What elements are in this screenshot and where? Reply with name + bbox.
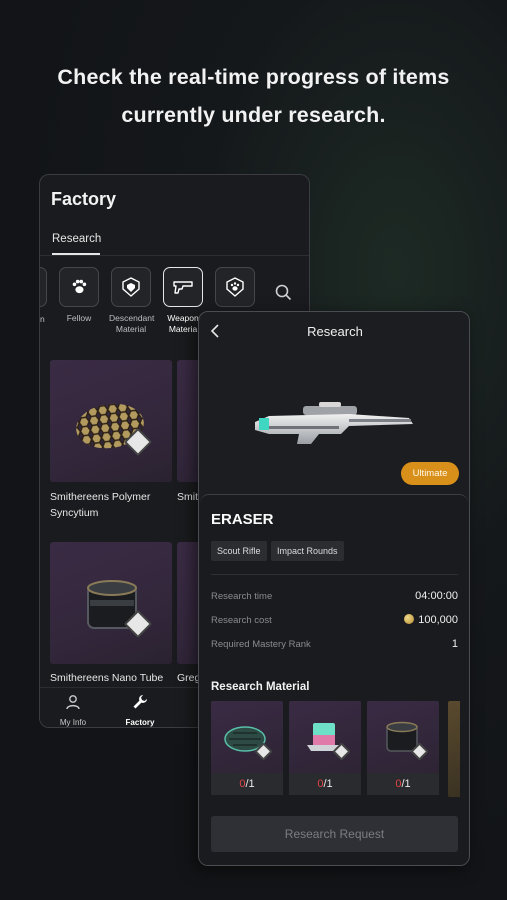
nav-my-info[interactable]: My Info [43,694,103,727]
page-title: Factory [51,189,117,209]
category-descendant-material[interactable]: Descendant Material [109,267,155,335]
nav-label: My Info [59,718,87,727]
crystal-material-icon [307,723,345,751]
material-card[interactable]: 0/1 [289,701,361,797]
research-screen: Research Ultimate ERASER Scout Rifle Imp… [198,311,470,866]
gold-coin-icon [404,614,415,624]
material-card[interactable]: 0/1 [211,701,283,797]
stat-label-time: Research time [211,591,273,602]
shield-badge-icon [122,277,140,297]
research-request-button[interactable]: Research Request [211,816,458,852]
tag-ammo-type: Impact Rounds [271,541,344,561]
honeycomb-material-icon [224,726,266,752]
category-label: Fellow [66,313,92,323]
tag-weapon-type: Scout Rifle [211,541,267,561]
wrench-icon [133,695,147,709]
honeycomb-material-icon [76,403,144,449]
paw-badge-icon [226,277,244,297]
paw-icon [72,279,87,294]
item-card-image[interactable] [50,542,172,664]
category-fellow[interactable]: Fellow [57,267,101,324]
material-card-partial[interactable] [448,701,460,797]
category-clipped[interactable] [40,267,47,307]
stat-label-cost: Research cost [211,615,272,626]
nav-factory[interactable]: Factory [110,694,170,727]
nano-tube-material-icon [87,580,137,629]
person-icon [66,695,80,710]
category-label: Descendant Material [109,313,155,334]
tab-divider [40,255,309,256]
category-fellow-material[interactable] [213,267,257,307]
divider [211,574,458,575]
stat-value-mastery: 1 [451,638,458,650]
research-detail-panel: ERASER Scout Rifle Impact Rounds Researc… [200,494,468,865]
stat-label-mastery: Required Mastery Rank [211,639,311,650]
nav-label: Factory [125,718,155,727]
item-card-name[interactable]: Smithereens Polymer Syncytium [50,489,172,521]
weapon-preview: Ultimate [199,350,469,494]
stat-value-time: 04:00:00 [415,590,458,602]
materials-title: Research Material [211,681,310,693]
research-header: Research [199,312,469,350]
item-name: ERASER [211,511,274,528]
gun-icon [173,281,193,294]
category-clipped-label: n [40,314,45,324]
tab-research[interactable]: Research [52,233,101,245]
item-card-image[interactable] [50,360,172,482]
search-icon[interactable] [275,284,292,306]
stat-value-cost: 100,000 [404,614,458,626]
headline-line-2: currently under research. [121,103,386,127]
item-card-name[interactable]: Smithereens Nano Tube [50,670,172,686]
page-title: Research [307,324,363,339]
headline: Check the real-time progress of items cu… [0,58,507,134]
rarity-badge: Ultimate [401,462,459,485]
material-card[interactable]: 0/1 [367,701,439,797]
nano-tube-material-icon [386,721,418,752]
headline-line-1: Check the real-time progress of items [57,65,450,89]
